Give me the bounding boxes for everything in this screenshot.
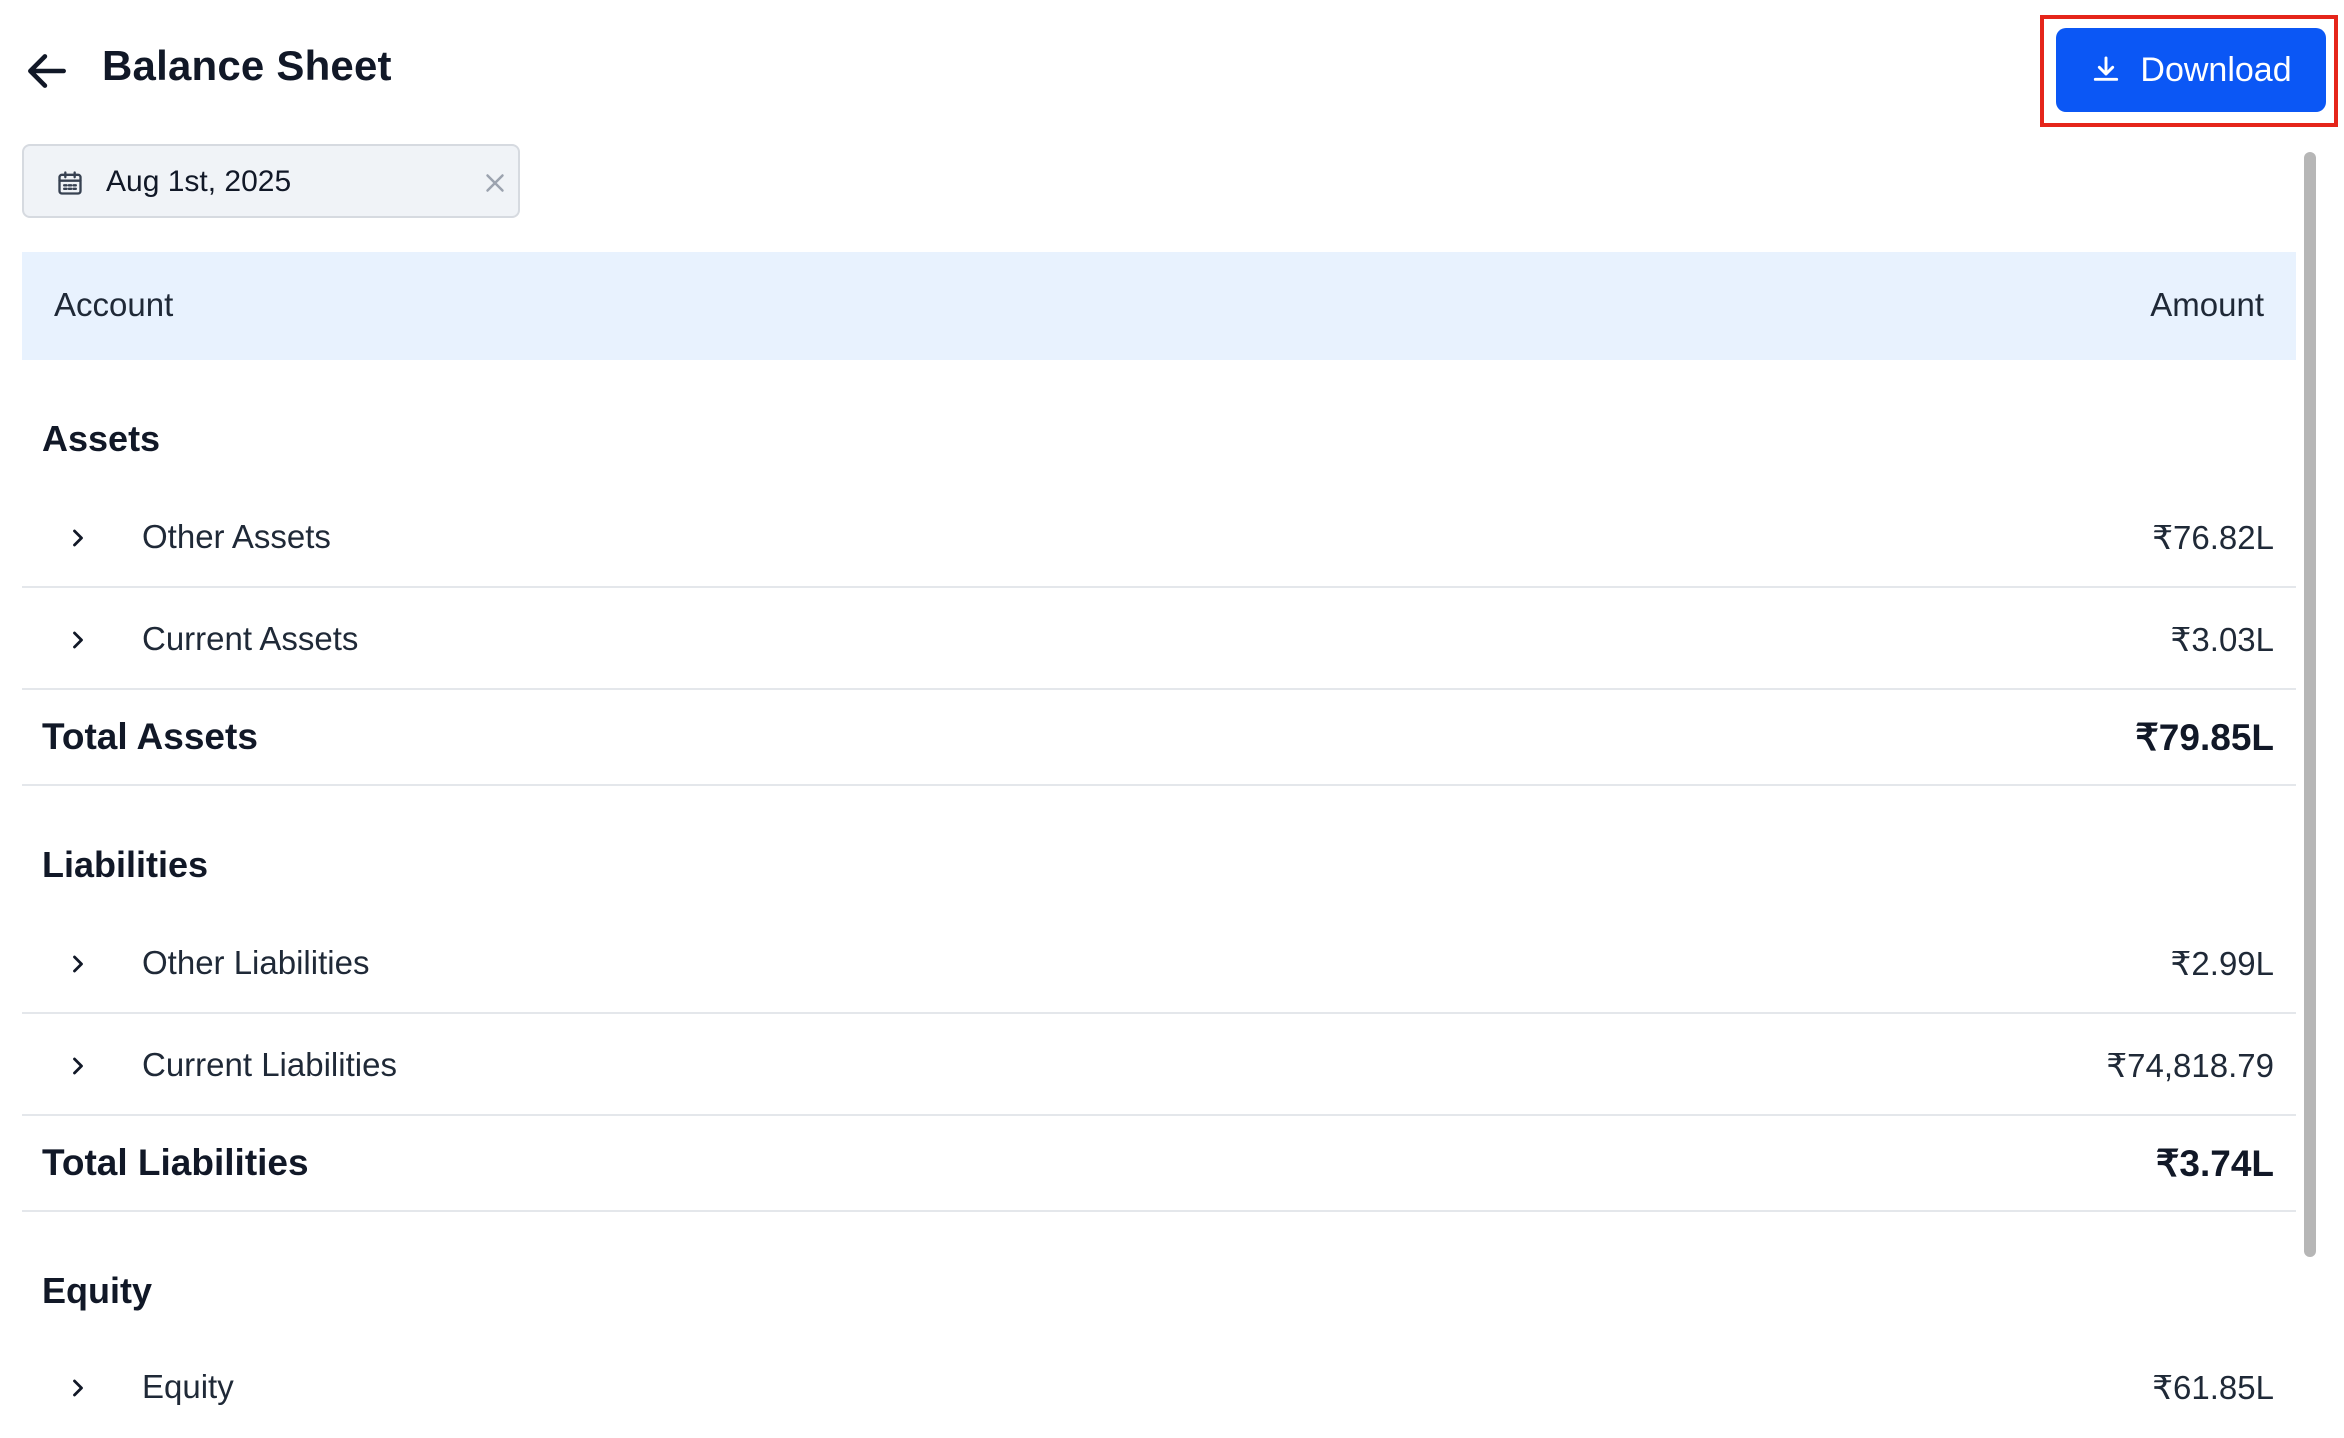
total-row-liabilities: Total Liabilities ₹3.74L <box>22 1116 2296 1212</box>
total-label: Total Assets <box>42 716 258 757</box>
section-title-assets: Assets <box>42 418 161 459</box>
download-icon <box>2094 56 2119 81</box>
page-title: Balance Sheet <box>102 42 392 89</box>
row-amount: ₹3.03L <box>2170 621 2274 658</box>
chevron-right-icon[interactable] <box>64 950 92 978</box>
total-row-assets: Total Assets ₹79.85L <box>22 690 2296 786</box>
table-header: Account Amount <box>22 252 2296 360</box>
row-label: Other Liabilities <box>142 944 370 981</box>
section-title-equity: Equity <box>42 1270 153 1311</box>
total-amount: ₹79.85L <box>2135 717 2274 758</box>
table-row[interactable]: Current Assets ₹3.03L <box>22 590 2296 690</box>
date-filter[interactable]: Aug 1st, 2025 <box>22 144 520 218</box>
row-label: Current Liabilities <box>142 1046 397 1083</box>
section-title-liabilities: Liabilities <box>42 844 209 885</box>
table-row[interactable]: Current Liabilities ₹74,818.79 <box>22 1016 2296 1116</box>
scrollbar-thumb[interactable] <box>2304 152 2316 1257</box>
chevron-right-icon[interactable] <box>64 524 92 552</box>
row-amount: ₹74,818.79 <box>2106 1047 2274 1084</box>
table-row[interactable]: Other Assets ₹76.82L <box>22 488 2296 588</box>
table-row[interactable]: Other Liabilities ₹2.99L <box>22 914 2296 1014</box>
row-amount: ₹2.99L <box>2170 945 2274 982</box>
calendar-icon <box>58 171 82 195</box>
chevron-right-icon[interactable] <box>64 1374 92 1402</box>
row-label: Current Assets <box>142 620 359 657</box>
back-arrow-icon[interactable] <box>22 46 72 96</box>
date-filter-value: Aug 1st, 2025 <box>106 165 292 198</box>
row-label: Other Assets <box>142 518 331 555</box>
close-icon[interactable] <box>480 168 510 198</box>
row-label: Equity <box>142 1368 234 1405</box>
download-label: Download <box>2140 50 2292 89</box>
chevron-right-icon[interactable] <box>64 1052 92 1080</box>
download-button[interactable]: Download <box>2056 28 2326 112</box>
row-amount: ₹61.85L <box>2152 1369 2274 1406</box>
column-header-amount: Amount <box>2150 286 2264 323</box>
page-header: Balance Sheet Download <box>0 0 2344 140</box>
table-row[interactable]: Equity ₹61.85L <box>22 1338 2296 1438</box>
chevron-right-icon[interactable] <box>64 626 92 654</box>
row-amount: ₹76.82L <box>2152 519 2274 556</box>
total-amount: ₹3.74L <box>2155 1143 2274 1184</box>
column-header-account: Account <box>54 286 174 323</box>
total-label: Total Liabilities <box>42 1142 309 1183</box>
